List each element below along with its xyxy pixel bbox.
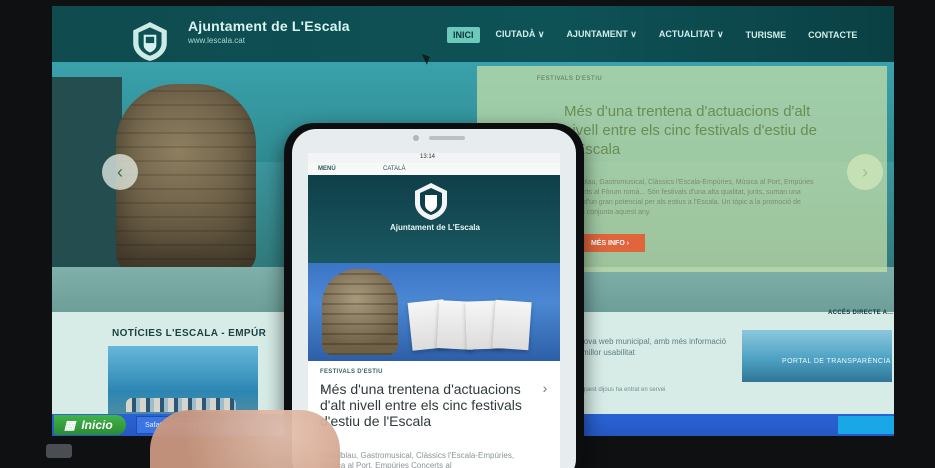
start-label: Inicio [81, 418, 113, 432]
phone-site-title[interactable]: Ajuntament de L'Escala [370, 223, 500, 232]
phone-frame: 13:14 MENÚ CATALÀ Ajuntament de L'Escala [292, 129, 576, 468]
nav-item-turisme[interactable]: TURISME [740, 27, 793, 43]
hero-title[interactable]: Més d'una trentena d'actuacions d'alt ni… [564, 102, 824, 159]
news-photo[interactable] [108, 346, 258, 416]
stone-tower-image [116, 84, 256, 274]
site-url[interactable]: www.lescala.cat [188, 36, 245, 45]
phone-body: Portalblau, Gastromusical, Clàssics l'Es… [320, 451, 515, 468]
site-title[interactable]: Ajuntament de L'Escala [188, 18, 350, 34]
monitor-brand-icon [46, 444, 72, 458]
festival-card [492, 299, 532, 351]
quick-access-title: ACCÉS DIRECTE A... [828, 310, 894, 316]
system-tray[interactable] [838, 416, 894, 434]
transparency-portal-tile[interactable] [742, 330, 892, 382]
chevron-left-icon[interactable]: ‹ [102, 154, 138, 190]
nav-item-inici[interactable]: INICI [447, 26, 480, 43]
smartphone: 13:14 MENÚ CATALÀ Ajuntament de L'Escala [284, 123, 584, 468]
phone-language[interactable]: CATALÀ [383, 166, 405, 172]
festival-cards [407, 299, 532, 351]
phone-status-time: 13:14 [420, 154, 436, 160]
tower-texture [116, 84, 256, 274]
photo-scene: Ajuntament de L'Escala www.lescala.cat I… [0, 0, 935, 468]
nav-item-ciutada[interactable]: CIUTADÀ ∨ [490, 26, 551, 43]
shield-logo-icon[interactable] [129, 20, 171, 62]
transparency-portal-label[interactable]: PORTAL DE TRANSPARÈNCIA [782, 358, 891, 365]
phone-stone-tower [322, 269, 398, 355]
main-navigation: INICI CIUTADÀ ∨ AJUNTAMENT ∨ ACTUALITAT … [447, 26, 863, 43]
hero-kicker: FESTIVALS D'ESTIU [537, 76, 603, 82]
right-news-body: Aquest dijous ha entrat en servei [578, 387, 666, 393]
website-header: Ajuntament de L'Escala www.lescala.cat I… [52, 6, 894, 62]
front-camera-icon [413, 135, 419, 141]
shield-logo-icon[interactable] [411, 181, 451, 221]
phone-hero: Ajuntament de L'Escala [308, 175, 560, 263]
phone-hero-image [308, 263, 560, 361]
hand [150, 410, 340, 468]
phone-menu-button[interactable]: MENÚ [318, 166, 336, 172]
phone-kicker: FESTIVALS D'ESTIU [320, 369, 383, 375]
windows-logo-icon: ▦ [64, 418, 76, 432]
phone-title[interactable]: Més d'una trentena d'actuacions d'alt ni… [320, 381, 540, 429]
nav-item-ajuntament[interactable]: AJUNTAMENT ∨ [560, 26, 642, 43]
news-section-title: NOTÍCIES L'ESCALA - EMPÚR [112, 328, 267, 339]
right-news-title[interactable]: Nova web municipal, amb més informació i… [578, 336, 728, 358]
phone-status-bar: 13:14 [308, 153, 560, 163]
phone-article: FESTIVALS D'ESTIU ‹ › Més d'una trentena… [308, 361, 560, 468]
speaker-grille [429, 136, 465, 140]
nav-item-contacte[interactable]: CONTACTE [802, 27, 863, 43]
more-info-button[interactable]: MÉS INFO › [575, 234, 645, 252]
hero-body: Portalblau, Gastromusical, Clàssics l'Es… [564, 179, 814, 216]
nav-item-actualitat[interactable]: ACTUALITAT ∨ [653, 26, 730, 43]
phone-screen: 13:14 MENÚ CATALÀ Ajuntament de L'Escala [308, 153, 560, 468]
start-button[interactable]: ▦ Inicio [54, 415, 126, 435]
